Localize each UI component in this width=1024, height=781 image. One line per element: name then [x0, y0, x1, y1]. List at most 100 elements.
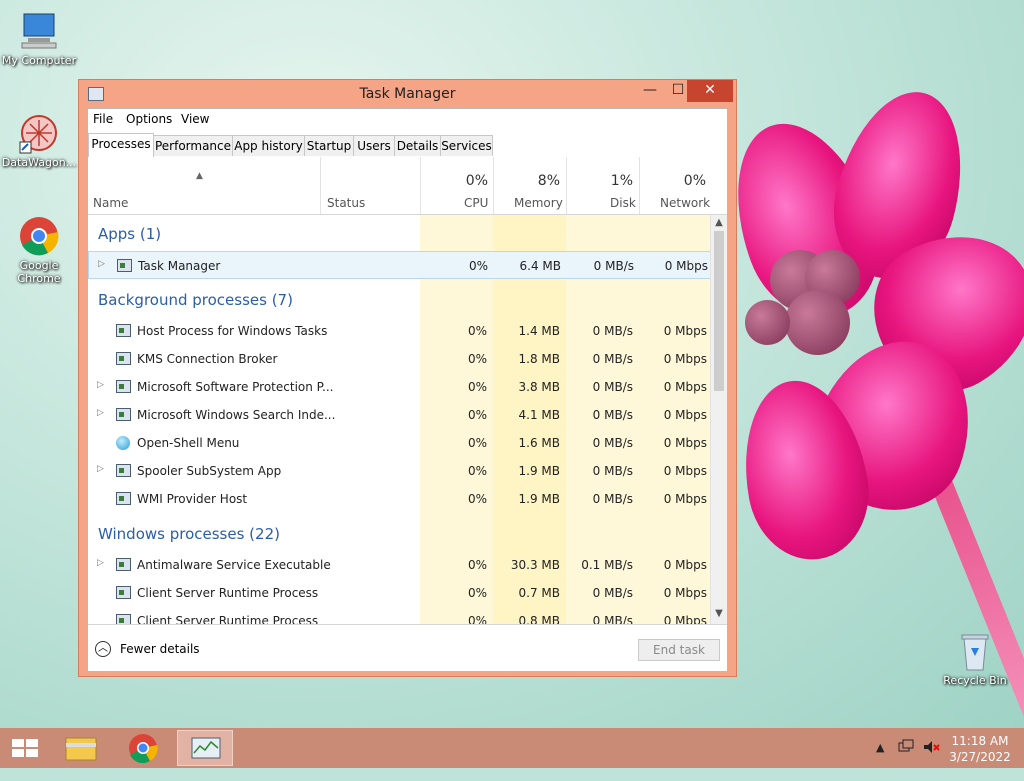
task-manager-icon [191, 737, 221, 759]
title-bar[interactable]: Task Manager — ☐ ✕ [79, 80, 736, 108]
volume-muted-icon[interactable] [922, 739, 940, 779]
column-separator[interactable] [566, 157, 567, 214]
system-clock[interactable]: 11:18 AM 3/27/2022 [948, 733, 1012, 765]
process-network: 0 Mbps [663, 352, 707, 366]
process-name: WMI Provider Host [137, 492, 248, 506]
process-cpu: 0% [467, 352, 487, 366]
cpu-percent[interactable]: 0% [428, 173, 488, 189]
scroll-up-icon[interactable]: ▲ [711, 217, 727, 228]
minimize-button[interactable]: — [635, 80, 665, 102]
menu-file[interactable]: File [93, 112, 113, 126]
desktop-icon-recycle-bin[interactable]: Recycle Bin [936, 630, 1014, 687]
tab-app-history[interactable]: App history [232, 135, 305, 156]
table-row[interactable]: ▷ Microsoft Windows Search Inde... 0% 4.… [88, 401, 712, 429]
process-icon [116, 492, 131, 505]
taskbar-task-manager[interactable] [177, 730, 233, 766]
process-network: 0 Mbps [663, 558, 707, 572]
menu-view[interactable]: View [181, 112, 209, 126]
folder-icon [65, 737, 97, 761]
expand-icon[interactable]: ▷ [97, 380, 104, 390]
process-cpu: 0% [467, 492, 487, 506]
disk-percent[interactable]: 1% [573, 173, 633, 189]
table-row[interactable]: Open-Shell Menu 0% 1.6 MB 0 MB/s 0 Mbps [88, 429, 712, 457]
column-network[interactable]: Network [660, 196, 710, 210]
expand-icon[interactable]: ▷ [97, 408, 104, 418]
process-cpu: 0% [467, 614, 487, 624]
column-separator[interactable] [420, 157, 421, 214]
process-network: 0 Mbps [663, 408, 707, 422]
tab-users[interactable]: Users [353, 135, 395, 156]
column-memory[interactable]: Memory [514, 196, 563, 210]
process-network: 0 Mbps [663, 324, 707, 338]
table-row[interactable]: WMI Provider Host 0% 1.9 MB 0 MB/s 0 Mbp… [88, 485, 712, 513]
process-memory: 1.9 MB [518, 464, 560, 478]
process-name: Client Server Runtime Process [137, 586, 319, 600]
tray-show-hidden-icon[interactable]: ▲ [876, 741, 884, 781]
process-name: Microsoft Windows Search Inde... [137, 408, 336, 422]
process-disk: 0 MB/s [592, 464, 633, 478]
desktop-icon-my-computer[interactable]: My Computer [0, 10, 78, 67]
taskbar-google-chrome[interactable] [115, 730, 171, 766]
column-separator[interactable] [320, 157, 321, 214]
table-row[interactable]: KMS Connection Broker 0% 1.8 MB 0 MB/s 0… [88, 345, 712, 373]
table-row[interactable]: Host Process for Windows Tasks 0% 1.4 MB… [88, 317, 712, 345]
process-disk: 0 MB/s [592, 408, 633, 422]
table-row[interactable]: Client Server Runtime Process 0% 0.8 MB … [88, 607, 712, 624]
column-disk[interactable]: Disk [610, 196, 636, 210]
process-disk: 0 MB/s [592, 436, 633, 450]
process-disk: 0 MB/s [592, 352, 633, 366]
menu-options[interactable]: Options [126, 112, 172, 126]
column-separator[interactable] [639, 157, 640, 214]
column-name[interactable]: Name [93, 196, 128, 210]
process-disk: 0 MB/s [592, 614, 633, 624]
process-disk: 0 MB/s [592, 380, 633, 394]
start-button[interactable] [0, 730, 56, 766]
table-row[interactable]: Client Server Runtime Process 0% 0.7 MB … [88, 579, 712, 607]
column-separator[interactable] [493, 157, 494, 214]
process-disk: 0 MB/s [592, 492, 633, 506]
process-list: Apps (1) ▷ Task Manager 0% 6.4 MB 0 MB/s… [88, 215, 712, 624]
process-network: 0 Mbps [664, 259, 708, 273]
open-shell-icon [116, 436, 130, 450]
task-manager-icon [117, 259, 132, 272]
table-row[interactable]: ▷ Microsoft Software Protection P... 0% … [88, 373, 712, 401]
column-cpu[interactable]: CPU [464, 196, 488, 210]
vertical-scrollbar[interactable]: ▲ ▼ [710, 215, 727, 624]
end-task-button[interactable]: End task [638, 639, 720, 661]
scrollbar-thumb[interactable] [714, 231, 724, 391]
fewer-details-link[interactable]: Fewer details [120, 642, 200, 656]
taskbar-file-explorer[interactable] [54, 730, 110, 766]
process-memory: 6.4 MB [519, 259, 561, 273]
tab-performance[interactable]: Performance [153, 135, 233, 156]
memory-percent[interactable]: 8% [500, 173, 560, 189]
expand-icon[interactable]: ▷ [97, 464, 104, 474]
tab-services[interactable]: Services [440, 135, 493, 156]
computer-icon [18, 10, 60, 52]
tab-processes[interactable]: Processes [88, 133, 154, 158]
chevron-up-icon[interactable]: ︿ [95, 641, 111, 657]
process-network: 0 Mbps [663, 492, 707, 506]
table-row[interactable]: ▷ Spooler SubSystem App 0% 1.9 MB 0 MB/s… [88, 457, 712, 485]
tab-startup[interactable]: Startup [304, 135, 354, 156]
column-status[interactable]: Status [327, 196, 365, 210]
network-icon[interactable] [898, 739, 914, 779]
windows-logo-icon [12, 739, 38, 757]
desktop-icon-google-chrome[interactable]: Google Chrome [0, 215, 78, 285]
table-row[interactable]: ▷ Task Manager 0% 6.4 MB 0 MB/s 0 Mbps [88, 251, 712, 279]
process-icon [116, 586, 131, 599]
desktop-icon-datawagon[interactable]: DataWagon... [0, 112, 78, 169]
close-button[interactable]: ✕ [687, 80, 733, 102]
printer-icon [116, 464, 131, 477]
expand-icon[interactable]: ▷ [97, 558, 104, 568]
process-name: KMS Connection Broker [137, 352, 278, 366]
flower-stem [925, 465, 1024, 728]
tab-details[interactable]: Details [394, 135, 441, 156]
expand-icon[interactable]: ▷ [98, 259, 105, 269]
scroll-down-icon[interactable]: ▼ [711, 608, 727, 619]
process-icon [116, 558, 131, 571]
tab-strip: Processes Performance App history Startu… [88, 133, 727, 158]
process-cpu: 0% [467, 380, 487, 394]
table-row[interactable]: ▷ Antimalware Service Executable 0% 30.3… [88, 551, 712, 579]
network-percent[interactable]: 0% [646, 173, 706, 189]
process-network: 0 Mbps [663, 614, 707, 624]
